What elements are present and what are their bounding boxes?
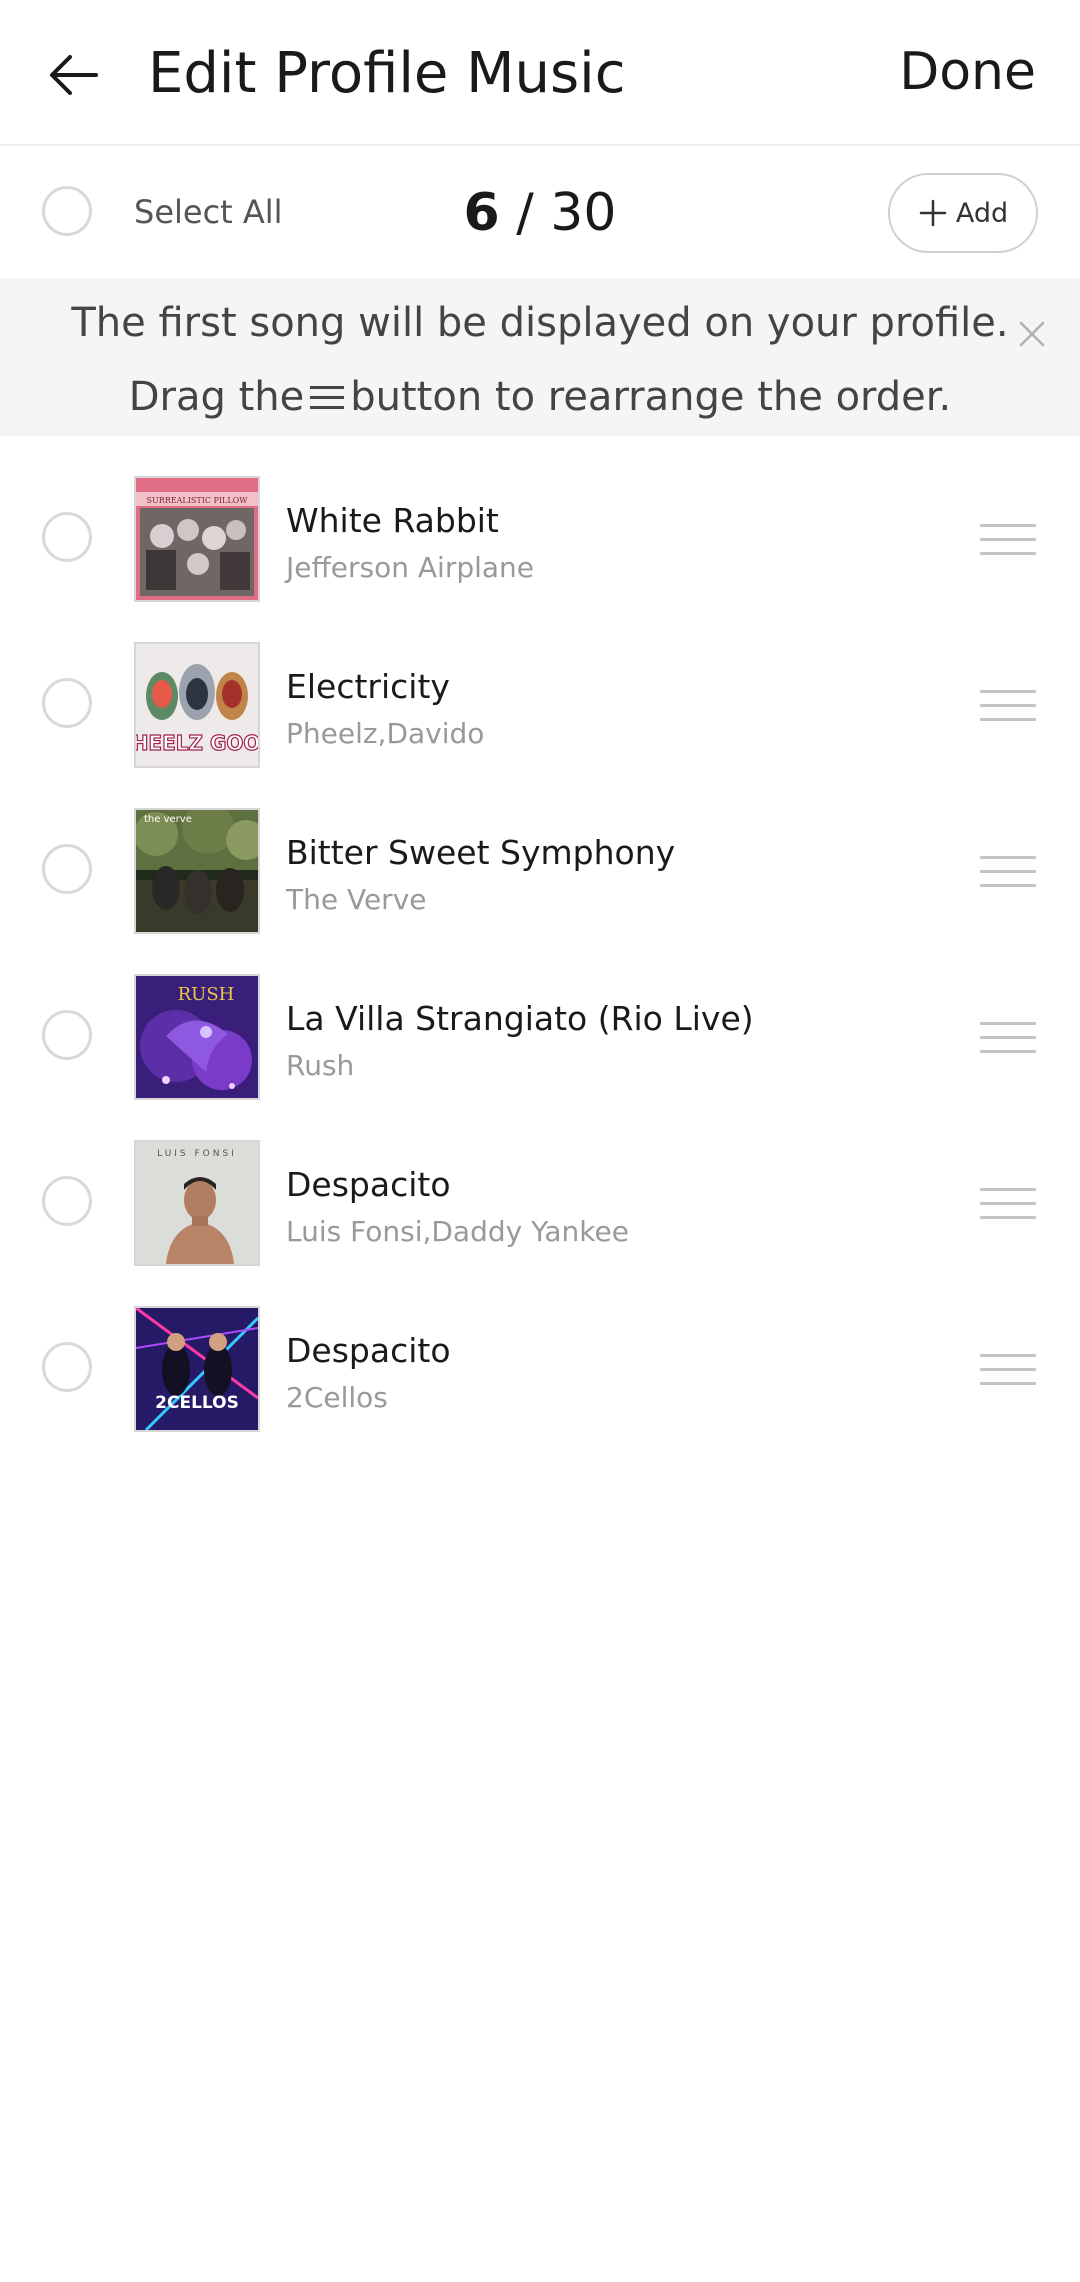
- info-banner: The first song will be displayed on your…: [0, 278, 1080, 436]
- album-cover: the verve: [134, 808, 260, 934]
- hamburger-icon: [310, 384, 345, 412]
- close-icon: [1019, 321, 1045, 347]
- album-cover: RUSH: [134, 974, 260, 1100]
- song-row[interactable]: the verve Bitter Sweet Symphony The Verv…: [0, 788, 1080, 954]
- drag-handle-icon[interactable]: [980, 852, 1036, 892]
- song-title: La Villa Strangiato (Rio Live): [286, 999, 754, 1038]
- add-button-label: Add: [955, 197, 1009, 229]
- song-row[interactable]: PHEELZ GOOD Electricity Pheelz,Davido: [0, 622, 1080, 788]
- done-button[interactable]: Done: [899, 34, 1036, 110]
- banner-line-2: Drag the button to rearrange the order.: [0, 362, 1080, 432]
- drag-handle-icon[interactable]: [980, 1184, 1036, 1224]
- drag-handle-icon[interactable]: [980, 1018, 1036, 1058]
- song-title: Electricity: [286, 667, 450, 706]
- drag-handle-icon[interactable]: [980, 1350, 1036, 1390]
- song-artist: 2Cellos: [286, 1381, 388, 1414]
- song-row[interactable]: LUIS FONSI Despacito Luis Fonsi,Daddy Ya…: [0, 1120, 1080, 1286]
- song-artist: Pheelz,Davido: [286, 717, 485, 750]
- song-select-radio[interactable]: [42, 1342, 92, 1392]
- song-title: Despacito: [286, 1165, 451, 1204]
- album-cover-text: RUSH: [178, 984, 235, 1005]
- song-artist: Rush: [286, 1049, 355, 1082]
- album-cover: PHEELZ GOOD: [134, 642, 260, 768]
- song-title: Bitter Sweet Symphony: [286, 833, 676, 872]
- album-cover: LUIS FONSI: [134, 1140, 260, 1266]
- selection-toolbar: Select All 6 / 30 Add: [0, 146, 1080, 278]
- arrow-left-icon: [50, 55, 98, 95]
- album-cover: SURREALISTIC PILLOW: [134, 476, 260, 602]
- song-artist: Jefferson Airplane: [286, 551, 535, 584]
- song-artist: Luis Fonsi,Daddy Yankee: [286, 1215, 629, 1248]
- plus-icon: [919, 199, 947, 227]
- song-select-radio[interactable]: [42, 1176, 92, 1226]
- count-separator: /: [499, 183, 551, 243]
- song-select-radio[interactable]: [42, 1010, 92, 1060]
- song-artist: The Verve: [286, 883, 427, 916]
- count-max: 30: [550, 183, 617, 243]
- banner-close-button[interactable]: [1010, 312, 1054, 356]
- album-cover-text: the verve: [144, 814, 192, 825]
- song-select-radio[interactable]: [42, 844, 92, 894]
- add-button[interactable]: Add: [888, 173, 1038, 253]
- song-title: White Rabbit: [286, 501, 499, 540]
- song-select-radio[interactable]: [42, 512, 92, 562]
- song-row[interactable]: 2CELLOS Despacito 2Cellos: [0, 1286, 1080, 1452]
- album-cover-text: 2CELLOS: [155, 1393, 239, 1413]
- banner-line-2-end: button to rearrange the order.: [350, 374, 952, 420]
- banner-line-2-start: Drag the: [128, 374, 305, 420]
- album-cover: 2CELLOS: [134, 1306, 260, 1432]
- album-cover-text: PHEELZ GOOD: [136, 731, 258, 755]
- album-cover-text: SURREALISTIC PILLOW: [147, 496, 249, 505]
- banner-line-1: The first song will be displayed on your…: [71, 300, 1009, 346]
- song-select-radio[interactable]: [42, 678, 92, 728]
- top-app-bar: Edit Profile Music Done: [0, 0, 1080, 146]
- song-row[interactable]: RUSH La Villa Strangiato (Rio Live) Rush: [0, 954, 1080, 1120]
- album-cover-text: LUIS FONSI: [157, 1149, 237, 1159]
- song-list: SURREALISTIC PILLOW White Rabbit Jeffers…: [0, 456, 1080, 1452]
- drag-handle-icon[interactable]: [980, 520, 1036, 560]
- song-title: Despacito: [286, 1331, 451, 1370]
- page-title: Edit Profile Music: [148, 41, 626, 106]
- drag-handle-icon[interactable]: [980, 686, 1036, 726]
- song-row[interactable]: SURREALISTIC PILLOW White Rabbit Jeffers…: [0, 456, 1080, 622]
- back-button[interactable]: [38, 40, 108, 110]
- count-current: 6: [463, 183, 500, 243]
